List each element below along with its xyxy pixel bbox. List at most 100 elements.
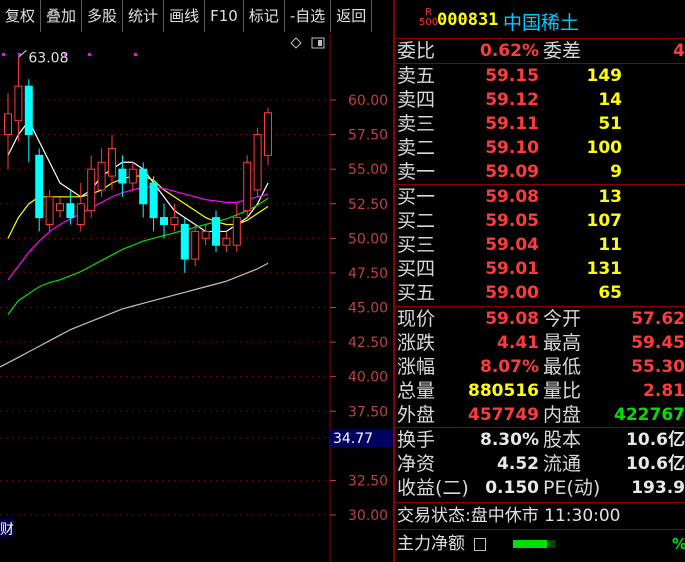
marker-dot bbox=[134, 53, 137, 56]
sell-level-label: 卖一 bbox=[397, 161, 436, 183]
buy-level-label: 买一 bbox=[397, 186, 436, 208]
sell-level-volume: 149 bbox=[586, 66, 623, 86]
candle-body[interactable] bbox=[160, 217, 168, 225]
sell-level-price: 59.10 bbox=[485, 138, 539, 158]
y-tick-label: 40.00 bbox=[348, 370, 388, 386]
stat-value: 4.41 bbox=[497, 333, 539, 353]
list-icon[interactable] bbox=[474, 537, 487, 551]
candle-body[interactable] bbox=[24, 85, 33, 136]
candle-body[interactable] bbox=[56, 203, 64, 212]
y-tick-label: 30.00 bbox=[348, 508, 388, 524]
candle-body[interactable] bbox=[14, 85, 23, 122]
candle-body[interactable] bbox=[149, 182, 158, 219]
candle-body[interactable] bbox=[243, 161, 252, 212]
buy-level-row[interactable]: 买一 59.08 13 bbox=[395, 186, 685, 209]
sell-level-row[interactable]: 卖四 59.12 14 bbox=[395, 89, 685, 112]
buy-level-row[interactable]: 买四 59.01 131 bbox=[395, 258, 685, 281]
sell-level-row[interactable]: 卖三 59.11 51 bbox=[395, 113, 685, 136]
candle-body[interactable] bbox=[212, 217, 220, 246]
y-tick-label: 50.00 bbox=[348, 231, 388, 247]
sell-level-label: 卖四 bbox=[397, 89, 436, 111]
toolbar-button-8[interactable]: 返回 bbox=[331, 0, 373, 32]
sell-level-row[interactable]: 卖一 59.09 9 bbox=[395, 161, 685, 184]
candle-body[interactable] bbox=[76, 203, 85, 225]
stat-value: 55.30 bbox=[631, 357, 685, 377]
sell-level-volume: 51 bbox=[598, 114, 622, 134]
candle-body[interactable] bbox=[253, 134, 262, 191]
stock-name[interactable]: 中国稀土 bbox=[503, 8, 579, 35]
fundamental-label: PE(动) bbox=[543, 477, 601, 499]
toolbar-button-3[interactable]: 统计 bbox=[123, 0, 165, 32]
candle-body[interactable] bbox=[87, 168, 96, 212]
buy-level-price: 59.00 bbox=[485, 283, 539, 303]
toolbar-button-7[interactable]: -自选 bbox=[285, 0, 332, 32]
candle-body[interactable] bbox=[170, 217, 179, 225]
stat-label: 量比 bbox=[543, 380, 582, 402]
weibi-row: 委比 0.62% 委差 4 bbox=[395, 40, 685, 63]
candle-body[interactable] bbox=[108, 147, 116, 177]
toolbar-button-1[interactable]: 叠加 bbox=[41, 0, 83, 32]
marker-dot bbox=[2, 53, 5, 56]
buy-level-label: 买二 bbox=[397, 210, 436, 232]
stat-row: 现价 59.08 今开 57.62 bbox=[395, 308, 685, 331]
stat-row: 涨幅 8.07% 最低 55.30 bbox=[395, 356, 685, 379]
kline-chart-svg[interactable]: 60.00 57.50 55.00 52.50 50.00 47.50 45.00 42.50… bbox=[0, 34, 394, 562]
sell-level-row[interactable]: 卖五 59.15 149 bbox=[395, 65, 685, 88]
net-flow-bar bbox=[513, 540, 547, 548]
buy-level-row[interactable]: 买二 59.05 107 bbox=[395, 210, 685, 233]
candle-body[interactable] bbox=[66, 203, 75, 219]
ma-line-4 bbox=[7, 262, 269, 364]
weibi-label: 委比 bbox=[397, 40, 436, 62]
toolbar-button-2[interactable]: 多股 bbox=[82, 0, 124, 32]
chart-toolbar: 复权 叠加 多股 统计 画线 F10 标记 -自选 返回 bbox=[0, 0, 394, 34]
diamond-icon[interactable] bbox=[290, 37, 302, 49]
y-tick-label: 60.00 bbox=[348, 93, 388, 109]
candle-body[interactable] bbox=[35, 154, 44, 219]
sell-level-price: 59.09 bbox=[485, 162, 539, 182]
separator bbox=[395, 502, 685, 503]
toolbar-button-4[interactable]: 画线 bbox=[164, 0, 206, 32]
stock-header: R 500 000831 中国稀土 bbox=[395, 0, 685, 39]
buy-level-volume: 13 bbox=[598, 187, 622, 207]
toolbar-button-5[interactable]: F10 bbox=[205, 0, 244, 32]
fundamental-row: 净资 4.52 流通 10.6亿 bbox=[395, 453, 685, 476]
separator bbox=[395, 184, 685, 185]
candle-body[interactable] bbox=[128, 168, 137, 184]
candle-body[interactable] bbox=[139, 168, 148, 205]
fundamental-value: 193.9 bbox=[631, 478, 685, 498]
net-flow-bar-fade bbox=[547, 540, 555, 548]
candle-body[interactable] bbox=[264, 112, 272, 156]
stat-row: 涨跌 4.41 最高 59.45 bbox=[395, 332, 685, 355]
buy-level-row[interactable]: 买三 59.04 11 bbox=[395, 234, 685, 257]
candle-body[interactable] bbox=[97, 161, 106, 191]
weicha-value: 4 bbox=[673, 41, 685, 61]
fundamental-label: 换手 bbox=[397, 429, 436, 451]
buy-level-label: 买五 bbox=[397, 282, 436, 304]
fundamental-label: 流通 bbox=[543, 453, 582, 475]
sell-level-price: 59.11 bbox=[485, 114, 539, 134]
toolbar-button-6[interactable]: 标记 bbox=[244, 0, 285, 32]
weibi-value: 0.62% bbox=[480, 41, 539, 61]
sell-level-label: 卖二 bbox=[397, 137, 436, 159]
toolbar-button-0[interactable]: 复权 bbox=[0, 0, 42, 32]
buy-level-price: 59.04 bbox=[485, 235, 539, 255]
candle-body[interactable] bbox=[191, 230, 200, 260]
candle-body[interactable] bbox=[45, 196, 54, 225]
margin-badge-bottom: 500 bbox=[419, 17, 439, 28]
fundamental-value: 4.52 bbox=[497, 454, 539, 474]
buy-level-volume: 131 bbox=[586, 259, 623, 279]
y-tick-label: 32.50 bbox=[348, 473, 388, 489]
candle-body[interactable] bbox=[4, 113, 12, 136]
candle-body[interactable] bbox=[222, 237, 231, 246]
candle-body[interactable] bbox=[232, 217, 241, 246]
candle-body[interactable] bbox=[201, 230, 210, 239]
buy-level-row[interactable]: 买五 59.00 65 bbox=[395, 282, 685, 305]
window-icon-fill bbox=[318, 40, 322, 46]
net-flow-label: 主力净额 bbox=[397, 534, 465, 554]
stat-label: 涨跌 bbox=[397, 332, 436, 354]
kline-chart[interactable]: 60.00 57.50 55.00 52.50 50.00 47.50 45.00 42.50… bbox=[0, 34, 394, 562]
candle-body[interactable] bbox=[118, 168, 127, 184]
candle-body[interactable] bbox=[180, 224, 189, 260]
stat-row: 外盘 457749 内盘 422767 bbox=[395, 404, 685, 427]
sell-level-row[interactable]: 卖二 59.10 100 bbox=[395, 137, 685, 160]
